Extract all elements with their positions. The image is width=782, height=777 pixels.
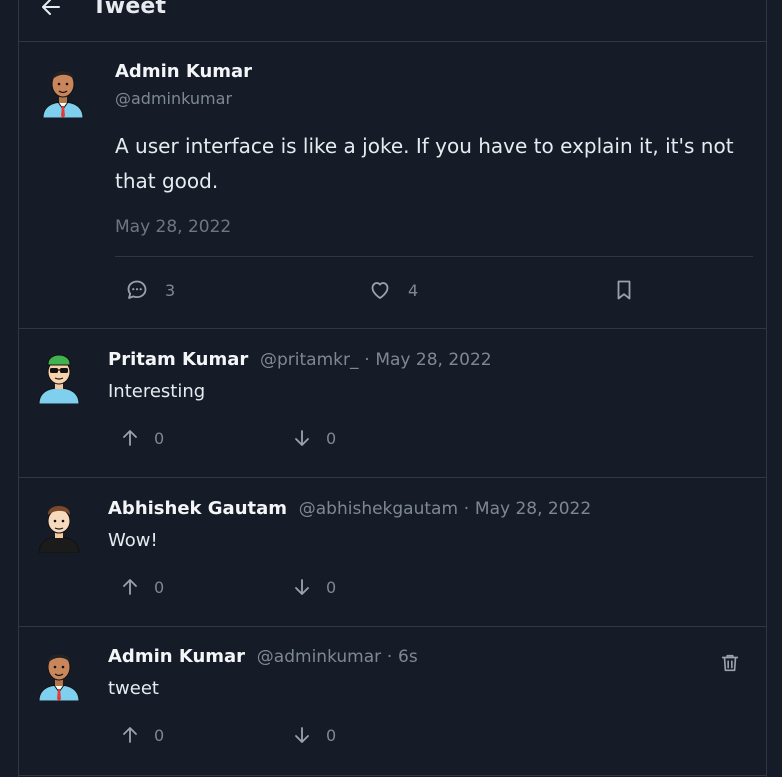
- like-button[interactable]: 4: [368, 278, 418, 302]
- reply-header: Pritam Kumar @pritamkr_ · May 28, 2022: [108, 349, 492, 370]
- separator: ·: [463, 499, 470, 519]
- upvote-button[interactable]: 0: [120, 577, 164, 597]
- downvote-count: 0: [326, 428, 337, 448]
- reply-author-name[interactable]: Admin Kumar: [108, 646, 245, 667]
- reply-time: 6s: [398, 647, 418, 667]
- arrow-up-icon: [123, 579, 137, 595]
- bookmark-icon: [617, 280, 631, 300]
- top-bar: Tweet: [19, 0, 766, 42]
- reply-author-handle[interactable]: @pritamkr_: [260, 350, 358, 370]
- reply-author-name[interactable]: Pritam Kumar: [108, 349, 248, 370]
- reply-time: May 28, 2022: [474, 499, 592, 519]
- main-tweet: Admin Kumar @adminkumar A user interface…: [19, 42, 766, 329]
- author-handle[interactable]: @adminkumar: [115, 89, 232, 108]
- avatar[interactable]: [39, 62, 87, 118]
- avatar[interactable]: [35, 497, 83, 553]
- reply-item: Abhishek Gautam @abhishekgautam · May 28…: [19, 478, 766, 627]
- upvote-count: 0: [154, 577, 165, 597]
- divider: [115, 256, 753, 257]
- heart-icon: [371, 282, 389, 299]
- arrow-down-icon: [295, 430, 309, 446]
- upvote-button[interactable]: 0: [120, 725, 164, 745]
- reply-author-handle[interactable]: @adminkumar: [257, 647, 381, 667]
- comment-icon: [127, 280, 147, 299]
- upvote-count: 0: [154, 725, 165, 745]
- reply-time: May 28, 2022: [375, 350, 492, 370]
- like-count: 4: [408, 280, 419, 300]
- avatar[interactable]: [35, 645, 83, 701]
- arrow-down-icon: [295, 727, 309, 743]
- trash-icon[interactable]: [719, 652, 741, 674]
- reply-button[interactable]: 3: [125, 278, 175, 302]
- reply-text: tweet: [108, 678, 159, 699]
- downvote-button[interactable]: 0: [292, 725, 336, 745]
- reply-text: Wow!: [108, 530, 158, 551]
- reply-author-name[interactable]: Abhishek Gautam: [108, 498, 287, 519]
- tweet-text: A user interface is like a joke. If you …: [115, 134, 734, 193]
- upvote-button[interactable]: 0: [120, 428, 164, 448]
- reply-count: 3: [165, 280, 176, 300]
- separator: ·: [364, 350, 370, 370]
- separator: ·: [386, 647, 393, 667]
- arrow-up-icon: [123, 727, 137, 743]
- downvote-button[interactable]: 0: [292, 428, 336, 448]
- author-name[interactable]: Admin Kumar: [115, 61, 252, 82]
- upvote-count: 0: [154, 428, 165, 448]
- reply-item: Pritam Kumar @pritamkr_ · May 28, 2022 I…: [19, 329, 766, 478]
- bookmark-button[interactable]: [612, 278, 636, 302]
- reply-header: Admin Kumar @adminkumar · 6s: [108, 646, 418, 667]
- arrow-down-icon: [295, 579, 309, 595]
- arrow-left-icon[interactable]: [39, 0, 63, 19]
- tweet-column: Tweet Admin Kumar @adminkumar A user int…: [18, 0, 767, 777]
- page-title: Tweet: [92, 0, 167, 19]
- arrow-up-icon: [123, 430, 137, 446]
- reply-header: Abhishek Gautam @abhishekgautam · May 28…: [108, 498, 591, 519]
- reply-author-handle[interactable]: @abhishekgautam: [299, 499, 458, 519]
- avatar[interactable]: [35, 348, 83, 404]
- reply-text: Interesting: [108, 381, 206, 402]
- tweet-date: May 28, 2022: [115, 217, 232, 237]
- reply-item: Admin Kumar @adminkumar · 6s tweet 0 0: [19, 626, 766, 776]
- downvote-count: 0: [326, 725, 337, 745]
- downvote-count: 0: [326, 577, 337, 597]
- downvote-button[interactable]: 0: [292, 577, 336, 597]
